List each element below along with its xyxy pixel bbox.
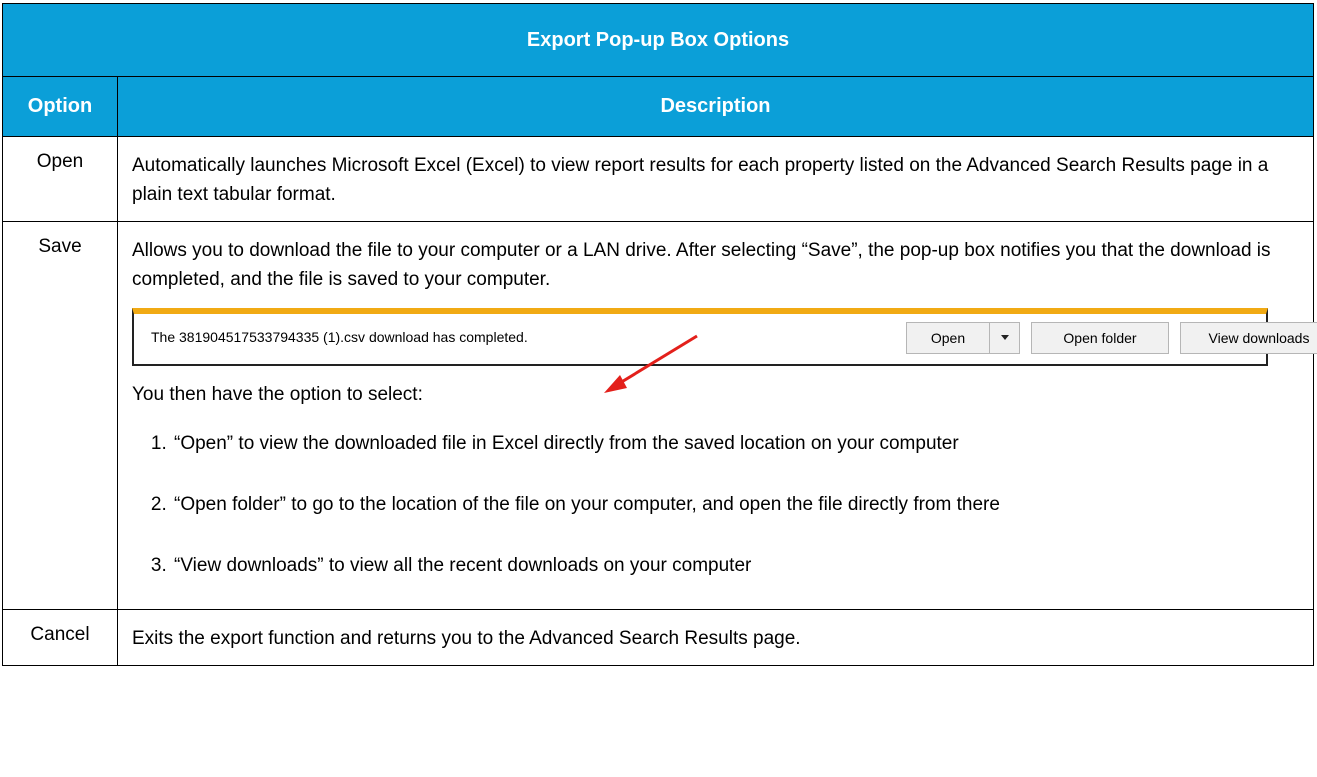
notification-open-dropdown-button[interactable] bbox=[990, 322, 1020, 354]
export-options-table-wrapper: Export Pop-up Box Options Option Descrip… bbox=[2, 3, 1317, 666]
table-row-save: Save Allows you to download the file to … bbox=[2, 221, 1317, 610]
description-open-text: Automatically launches Microsoft Excel (… bbox=[132, 155, 1269, 205]
notification-open-button[interactable]: Open bbox=[906, 322, 990, 354]
description-save-then-text: You then have the option to select: bbox=[132, 384, 423, 405]
table-row-open: Open Automatically launches Microsoft Ex… bbox=[2, 136, 1314, 222]
column-header-description: Description bbox=[117, 76, 1314, 137]
option-open: Open bbox=[2, 136, 118, 222]
list-item: “Open” to view the downloaded file in Ex… bbox=[172, 429, 1299, 458]
column-header-option: Option bbox=[2, 76, 118, 137]
description-cancel: Exits the export function and returns yo… bbox=[117, 609, 1314, 666]
download-message: The 381904517533794335 (1).csv download … bbox=[151, 329, 528, 345]
option-cancel: Cancel bbox=[2, 609, 118, 666]
save-options-list: “Open” to view the downloaded file in Ex… bbox=[132, 429, 1299, 580]
chevron-down-icon bbox=[1000, 335, 1009, 341]
list-item: “View downloads” to view all the recent … bbox=[172, 551, 1299, 580]
description-open: Automatically launches Microsoft Excel (… bbox=[117, 136, 1314, 222]
table-header-row: Option Description bbox=[2, 76, 1314, 137]
table-title: Export Pop-up Box Options bbox=[2, 3, 1314, 77]
table-row-cancel: Cancel Exits the export function and ret… bbox=[2, 609, 1314, 666]
description-save: Allows you to download the file to your … bbox=[117, 221, 1317, 610]
description-cancel-text: Exits the export function and returns yo… bbox=[132, 628, 801, 649]
notification-view-downloads-button[interactable]: View downloads bbox=[1180, 322, 1317, 354]
notification-open-folder-button[interactable]: Open folder bbox=[1031, 322, 1169, 354]
list-item: “Open folder” to go to the location of t… bbox=[172, 490, 1299, 519]
table-title-row: Export Pop-up Box Options bbox=[2, 3, 1314, 77]
description-save-text: Allows you to download the file to your … bbox=[132, 240, 1271, 290]
option-save: Save bbox=[2, 221, 118, 610]
download-notification-bar: The 381904517533794335 (1).csv download … bbox=[132, 308, 1317, 366]
export-options-table: Export Pop-up Box Options Option Descrip… bbox=[2, 3, 1317, 666]
